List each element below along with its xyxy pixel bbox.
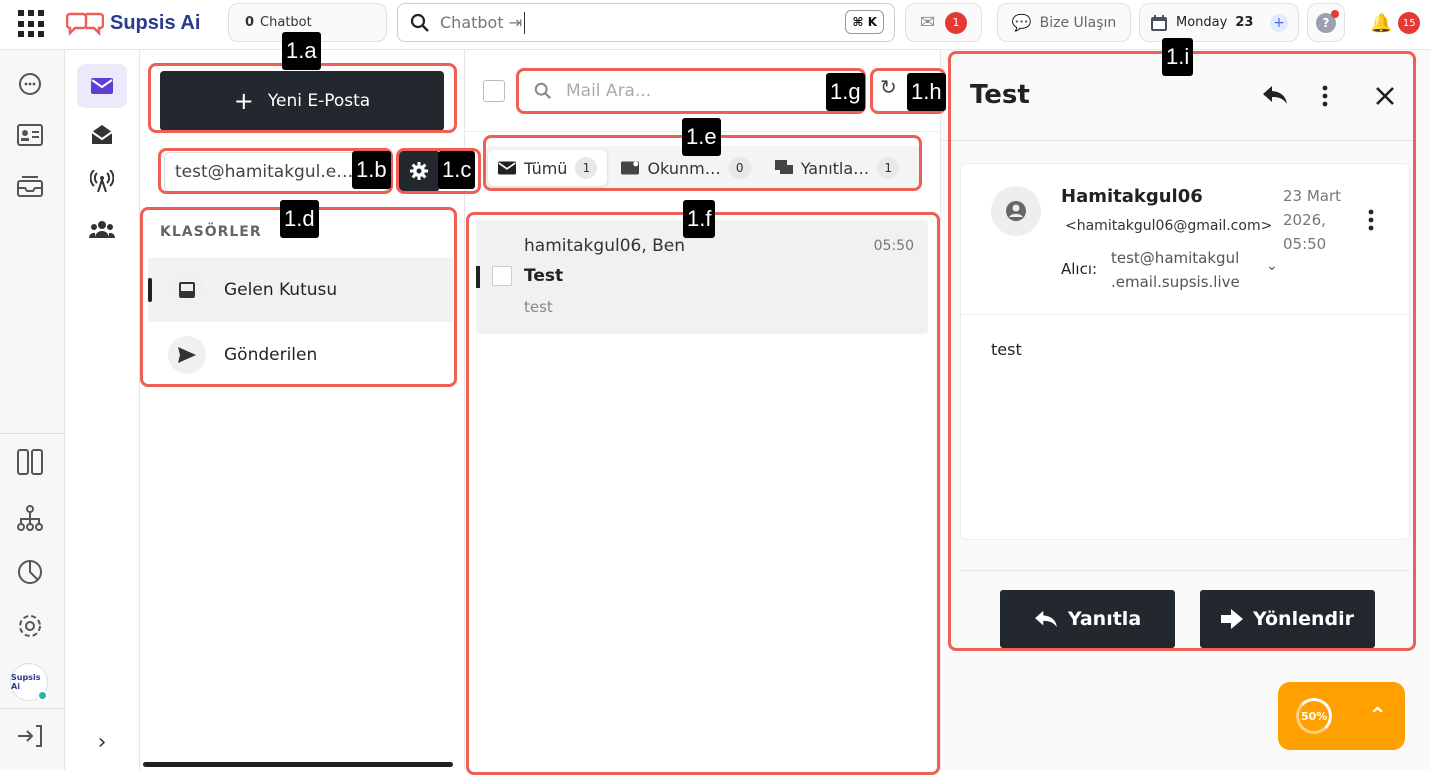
main-sidebar: Supsis Ai: [0, 50, 65, 770]
mail-icon[interactable]: [77, 64, 127, 108]
highlight-box-g: [516, 68, 866, 114]
layout-icon[interactable]: [16, 448, 44, 476]
app-logo[interactable]: Supsis Ai: [66, 8, 200, 38]
avatar-text: Supsis Ai: [11, 673, 41, 691]
mail-open-icon: ✉: [919, 12, 936, 33]
user-avatar[interactable]: Supsis Ai: [10, 663, 48, 701]
notification-badge: 15: [1398, 12, 1420, 34]
help-alert-dot: [1331, 9, 1339, 18]
add-event-icon[interactable]: +: [1270, 14, 1288, 32]
mail-open-icon[interactable]: [77, 112, 127, 156]
setup-progress-widget[interactable]: 50% ⌃: [1278, 682, 1405, 750]
logo-icon: [66, 12, 104, 36]
progress-label: 50%: [1300, 709, 1328, 723]
broadcast-antenna-icon[interactable]: [77, 159, 127, 203]
apps-grid-icon[interactable]: [18, 10, 46, 38]
online-status-dot: [37, 690, 48, 701]
annotation-label: 1.a: [282, 32, 321, 70]
calendar-button[interactable]: Monday 23 +: [1139, 3, 1299, 42]
sidebar-divider: [0, 433, 65, 434]
calendar-icon: [1151, 14, 1167, 31]
hierarchy-icon[interactable]: [16, 504, 44, 532]
team-icon[interactable]: [77, 207, 127, 251]
annotation-label: 1.g: [826, 73, 865, 111]
highlight-box-a: [148, 63, 457, 133]
select-all-checkbox[interactable]: [483, 80, 505, 102]
logout-icon[interactable]: [16, 722, 44, 750]
highlight-box-f: [466, 212, 940, 775]
chatbot-count: 0: [245, 15, 255, 30]
horizontal-scrollbar[interactable]: [143, 762, 453, 767]
settings-icon[interactable]: [16, 612, 44, 640]
app-name: Supsis Ai: [110, 11, 201, 34]
top-bar: Supsis Ai 0 Chatbot Chatbot ⇥ ⌘ K ✉ 1 💬 …: [0, 0, 1430, 50]
chat-bubble-icon: 💬: [1011, 13, 1032, 32]
annotation-label: 1.e: [682, 118, 721, 156]
sidebar-divider-bottom: [0, 708, 65, 709]
annotation-label: 1.c: [438, 151, 476, 189]
day-name: Monday: [1176, 15, 1228, 30]
annotation-label: 1.i: [1162, 38, 1194, 76]
help-icon: ?: [1316, 9, 1339, 33]
contact-card-icon[interactable]: [16, 121, 44, 149]
chatbot-label: Chatbot: [260, 15, 312, 30]
shortcut-hint: ⌘ K: [845, 10, 884, 34]
text-cursor: [524, 11, 526, 34]
highlight-box-i: [948, 51, 1416, 651]
contact-us-label: Bize Ulaşın: [1039, 14, 1117, 31]
annotation-label: 1.h: [907, 73, 946, 111]
mail-module-sidebar: ›: [65, 50, 140, 770]
chevron-right-icon[interactable]: ›: [77, 720, 127, 764]
notifications-button[interactable]: 🔔 15: [1370, 8, 1420, 38]
chevron-up-icon[interactable]: ⌃: [1368, 704, 1386, 729]
pie-chart-icon[interactable]: [16, 558, 44, 586]
bell-icon: 🔔: [1370, 12, 1393, 34]
mail-badge: 1: [945, 11, 968, 34]
progress-ring: 50%: [1296, 698, 1333, 734]
help-button[interactable]: ?: [1307, 3, 1345, 42]
search-icon: [410, 13, 429, 32]
annotation-label: 1.d: [280, 200, 319, 238]
contact-us-button[interactable]: 💬 Bize Ulaşın: [997, 3, 1131, 42]
day-number: 23: [1235, 15, 1254, 30]
mail-notifications-button[interactable]: ✉ 1: [905, 3, 982, 42]
annotation-label: 1.b: [352, 151, 391, 189]
help-glyph: ?: [1322, 15, 1330, 30]
inbox-tray-icon[interactable]: [16, 172, 44, 200]
chat-icon[interactable]: [16, 70, 44, 98]
global-search-input[interactable]: Chatbot ⇥ ⌘ K: [397, 3, 895, 42]
annotation-label: 1.f: [683, 200, 716, 238]
global-search-text: Chatbot ⇥: [440, 13, 523, 32]
